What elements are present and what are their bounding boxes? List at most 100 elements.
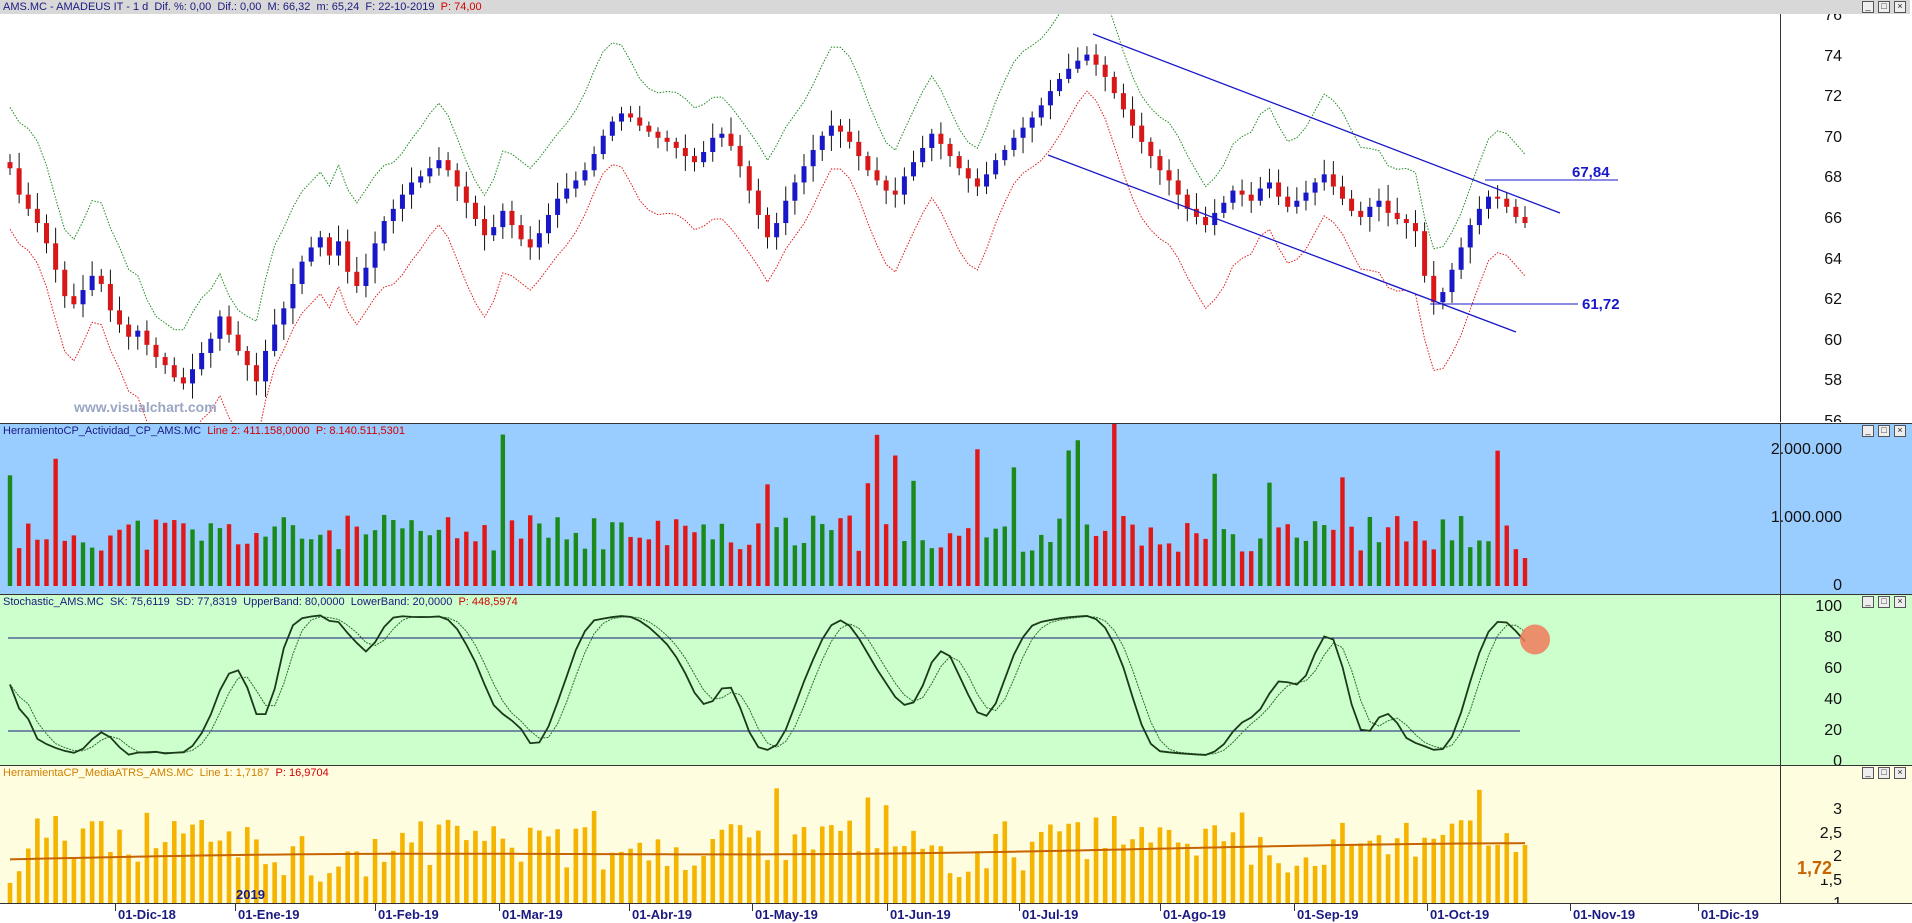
minimize-icon[interactable]: _ [1862, 425, 1874, 437]
atr-chart[interactable]: 2019 [0, 766, 1780, 904]
close-icon[interactable]: × [1894, 596, 1906, 608]
candle [1513, 206, 1519, 217]
candle [208, 338, 214, 353]
volume-bar [1376, 542, 1382, 586]
volume-bar [290, 525, 296, 586]
price-label: P: 74,00 [440, 1, 482, 13]
candle [765, 214, 770, 238]
candle [819, 135, 825, 150]
atr-bar [993, 833, 998, 904]
atr-bar [1093, 817, 1099, 904]
candle [25, 194, 31, 209]
volume-name-label: HerramientoCP_Actividad_CP_AMS.MC [3, 425, 202, 437]
atr-bar [591, 810, 597, 904]
atr-bar [1194, 855, 1199, 904]
atr-bar [956, 877, 962, 904]
candle [1485, 196, 1491, 209]
volume-bar [1395, 516, 1400, 586]
candle [372, 243, 378, 268]
volume-bar [500, 434, 506, 586]
volume-bar [245, 543, 250, 586]
stoch-lower-label: LowerBand: 20,0000 [350, 596, 453, 608]
candle [472, 202, 478, 219]
atr-bar [600, 869, 606, 904]
atr-bar [1066, 823, 1071, 904]
atr-bar [190, 824, 195, 904]
candle [783, 200, 789, 224]
minimize-icon[interactable]: _ [1862, 767, 1874, 779]
close-icon[interactable]: × [1894, 767, 1906, 779]
volume-bar [345, 515, 350, 586]
atr-bar [728, 824, 734, 904]
volume-bar [610, 522, 615, 586]
volume-bar [199, 540, 204, 586]
candle [345, 241, 351, 272]
atr-bar [1084, 859, 1090, 904]
minimize-icon[interactable]: _ [1862, 596, 1874, 608]
volume-bar [984, 537, 989, 586]
candle [162, 357, 168, 366]
atr-bar [217, 840, 223, 904]
stoch-sk-line [9, 614, 1526, 756]
volume-bar [975, 449, 980, 586]
atr-bar [25, 848, 31, 904]
candle [810, 149, 816, 167]
atr-bar [363, 876, 369, 904]
candle [16, 168, 22, 195]
volume-bar [719, 523, 725, 586]
atr-bar [445, 819, 451, 904]
stochastic-chart[interactable] [0, 595, 1780, 765]
volume-bar [911, 480, 916, 586]
stoch-sd-line [9, 616, 1526, 755]
candle [418, 176, 424, 183]
atr-bar [1458, 820, 1464, 904]
axis-tick: 2.000.000 [1770, 441, 1842, 458]
maximize-icon[interactable]: □ [1878, 1, 1890, 13]
atr-bar [801, 827, 807, 904]
maximize-icon[interactable]: □ [1878, 425, 1890, 437]
price-chart[interactable]: 67,84 61,72 www.visualchart.com [0, 0, 1780, 422]
candle [965, 168, 971, 179]
volume-chart[interactable] [0, 424, 1780, 594]
volume-bar [1093, 535, 1099, 586]
candle [235, 334, 241, 351]
atr-bar [555, 829, 560, 904]
maximize-icon[interactable]: □ [1878, 767, 1890, 779]
axis-tick: 1.000.000 [1770, 509, 1842, 526]
candle [491, 227, 497, 236]
atr-bar [108, 851, 113, 904]
candle [573, 180, 579, 189]
volume-bar [646, 539, 652, 586]
volume-bar [1367, 516, 1373, 586]
candle [445, 160, 451, 171]
close-icon[interactable]: × [1894, 1, 1906, 13]
volume-bar [1522, 558, 1528, 586]
candle [1276, 182, 1282, 197]
candle [1266, 182, 1272, 189]
candle [180, 377, 186, 384]
candle [144, 330, 150, 345]
candle [226, 316, 232, 335]
candle [737, 145, 743, 167]
channel-upper-line [1092, 33, 1561, 214]
candle [1075, 60, 1081, 69]
candle [1203, 216, 1209, 226]
atr-bar [746, 837, 752, 904]
minimize-icon[interactable]: _ [1862, 1, 1874, 13]
atr-bar [226, 831, 232, 904]
volume-bar [7, 475, 13, 586]
candle [1139, 125, 1145, 142]
volume-bar [573, 532, 579, 586]
maximize-icon[interactable]: □ [1878, 596, 1890, 608]
volume-bar [1166, 543, 1172, 586]
volume-bar [929, 548, 934, 586]
atr-bar [464, 840, 469, 904]
volume-bar [126, 524, 131, 586]
candle [1495, 196, 1501, 199]
atr-bar [171, 821, 177, 904]
axis-tick: 62 [1824, 291, 1842, 309]
close-icon[interactable]: × [1894, 425, 1906, 437]
candle [938, 133, 944, 144]
candle [1239, 190, 1245, 195]
candle [354, 271, 360, 286]
